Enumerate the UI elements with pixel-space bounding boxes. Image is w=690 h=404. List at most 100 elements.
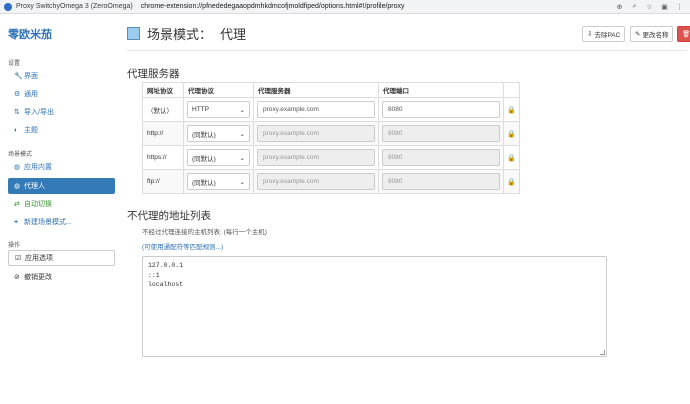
port-input[interactable]: 8080 [382,101,500,118]
sidebar-item-label: 应用选项 [25,255,53,262]
scheme-label: ftp:// [142,169,184,194]
column-header-empty [503,82,520,98]
scheme-label: http:// [142,121,184,146]
lock-icon[interactable]: 🔒 [507,131,516,138]
bookmark-star-icon[interactable]: ☆ [645,2,654,11]
globe-icon: ◍ [14,183,21,190]
main-content: 场景模式： 代理 ⇩ 去除PAC ✎ 更改名称 🗑 代理服务器 网址协议 代理协议… [120,14,690,404]
undo-icon: ⊘ [14,274,20,281]
port-input[interactable]: 8080 [382,149,500,166]
remove-pac-button[interactable]: ⇩ 去除PAC [582,26,626,42]
page-title: 场景模式： 代理 [147,24,246,43]
protocol-value: (同默认) [192,179,216,187]
scheme-label: https:// [142,145,184,170]
port-input[interactable]: 8080 [382,173,500,190]
column-header: 网址协议 [142,82,184,98]
sidebar-item-interface[interactable]: 🔧 界面 [8,68,115,84]
chevron-down-icon: ⌄ [239,106,245,114]
translate-icon[interactable]: ⊕ [615,2,624,11]
protocol-select[interactable]: (同默认) ⌄ [187,173,250,190]
wrench-icon: 🔧 [14,73,23,80]
sidebar: 零欧米茄 设置 🔧 界面 ⚙ 通用 ⇅ 导入/导出 ◐ 主题 场景模式 ◍ 应用… [0,14,120,404]
gear-icon: ⚙ [14,91,21,98]
chevron-down-icon: ⌄ [239,130,245,138]
protocol-select[interactable]: (同默认) ⌄ [187,125,250,142]
sidebar-item-label: 通用 [24,91,38,98]
sidebar-item-label: 撤销更改 [24,274,52,281]
protocol-select[interactable]: (同默认) ⌄ [187,149,250,166]
server-input[interactable]: proxy.example.com [257,173,375,190]
app-brand[interactable]: 零欧米茄 [8,26,52,42]
profile-name: 代理 [220,27,247,42]
sidebar-item-auto-switch[interactable]: ⇄ 自动切换 [8,196,115,212]
browser-top-bar: Proxy SwitchyOmega 3 (ZeroOmega) chrome-… [0,0,690,14]
sidebar-item-new-profile[interactable]: + 新建场景模式... [8,214,115,230]
sidebar-item-label: 应用内置 [24,164,52,171]
column-header: 代理协议 [183,82,254,98]
proxy-servers-title: 代理服务器 [127,68,180,80]
sidebar-item-theme[interactable]: ◐ 主题 [8,122,115,138]
bypass-entry: localhost [148,281,184,288]
extensions-icon[interactable]: ▣ [660,2,669,11]
table-row: （默认） HTTP ⌄ proxy.example.com 8080 🔒 [142,97,520,122]
sidebar-item-proxy[interactable]: ◍ 代理人 [8,178,115,194]
plus-icon: + [14,218,19,226]
rename-button[interactable]: ✎ 更改名称 [630,26,674,42]
server-input[interactable]: proxy.example.com [257,125,375,142]
column-header: 代理服务器 [253,82,379,98]
address-bar[interactable]: chrome-extension://pfnededegaaopdmhkdmco… [141,3,615,10]
sidebar-item-import-export[interactable]: ⇅ 导入/导出 [8,104,115,120]
rename-label: 更改名称 [642,32,669,39]
port-input[interactable]: 8080 [382,125,500,142]
sidebar-item-label: 主题 [24,127,38,134]
server-input[interactable]: proxy.example.com [257,149,375,166]
sidebar-item-label: 界面 [24,73,38,80]
sidebar-item-builtin[interactable]: ◍ 应用内置 [8,159,115,175]
sidebar-item-label: 新建场景模式... [24,219,72,226]
sidebar-item-label: 代理人 [24,183,45,190]
page-header: 场景模式： 代理 [127,24,246,43]
protocol-value: HTTP [192,106,209,113]
apply-options-button[interactable]: ☑ 应用选项 [8,250,115,266]
protocol-value: (同默认) [192,155,216,163]
scheme-label: （默认） [142,97,184,122]
lock-icon[interactable]: 🔒 [507,179,516,186]
export-icon: ⇩ [587,31,593,38]
bypass-help-text: 不经过代理连接的主机列表: (每行一个主机) [142,229,267,236]
switch-icon: ⇄ [14,201,20,208]
actions-header: 操作 [8,243,21,249]
zoom-icon[interactable]: ⌕ [630,2,639,11]
column-header: 代理端口 [378,82,504,98]
profiles-header: 场景模式 [8,152,33,158]
chevron-down-icon: ⌄ [239,154,245,162]
protocol-select[interactable]: HTTP ⌄ [187,101,250,118]
lock-icon[interactable]: 🔒 [507,155,516,162]
remove-pac-label: 去除PAC [594,32,621,39]
delete-button[interactable]: 🗑 [677,26,690,42]
tab-title[interactable]: Proxy SwitchyOmega 3 (ZeroOmega) [16,3,133,10]
settings-header: 设置 [8,61,21,67]
resize-handle[interactable] [600,350,605,355]
discard-changes-button[interactable]: ⊘ 撤销更改 [8,269,115,285]
header-divider [127,50,687,51]
theme-icon: ◐ [14,126,19,134]
bypass-entry: 127.0.0.1 [148,262,184,269]
check-icon: ☑ [15,255,22,262]
table-row: ftp:// (同默认) ⌄ proxy.example.com 8080 🔒 [142,169,520,194]
profile-color-swatch[interactable] [127,27,140,40]
protocol-value: (同默认) [192,131,216,139]
title-prefix: 场景模式： [147,27,213,42]
lock-icon[interactable]: 🔒 [507,107,516,114]
bypass-list-title: 不代理的地址列表 [127,210,211,222]
table-row: http:// (同默认) ⌄ proxy.example.com 8080 🔒 [142,121,520,146]
wildcard-rules-link[interactable]: (可使用通配符等匹配规则...) [142,241,223,251]
server-input[interactable]: proxy.example.com [257,101,375,118]
import-export-icon: ⇅ [14,109,20,116]
sidebar-item-general[interactable]: ⚙ 通用 [8,86,115,102]
bypass-list-textarea[interactable]: 127.0.0.1 ::1 localhost [142,256,607,357]
proxy-servers-table: 网址协议 代理协议 代理服务器 代理端口 （默认） HTTP ⌄ proxy.ex… [142,82,520,194]
table-header-row: 网址协议 代理协议 代理服务器 代理端口 [142,82,520,98]
trash-icon: 🗑 [682,31,690,38]
chevron-down-icon: ⌄ [239,178,245,186]
menu-dots-icon[interactable]: ⋮ [675,2,684,11]
